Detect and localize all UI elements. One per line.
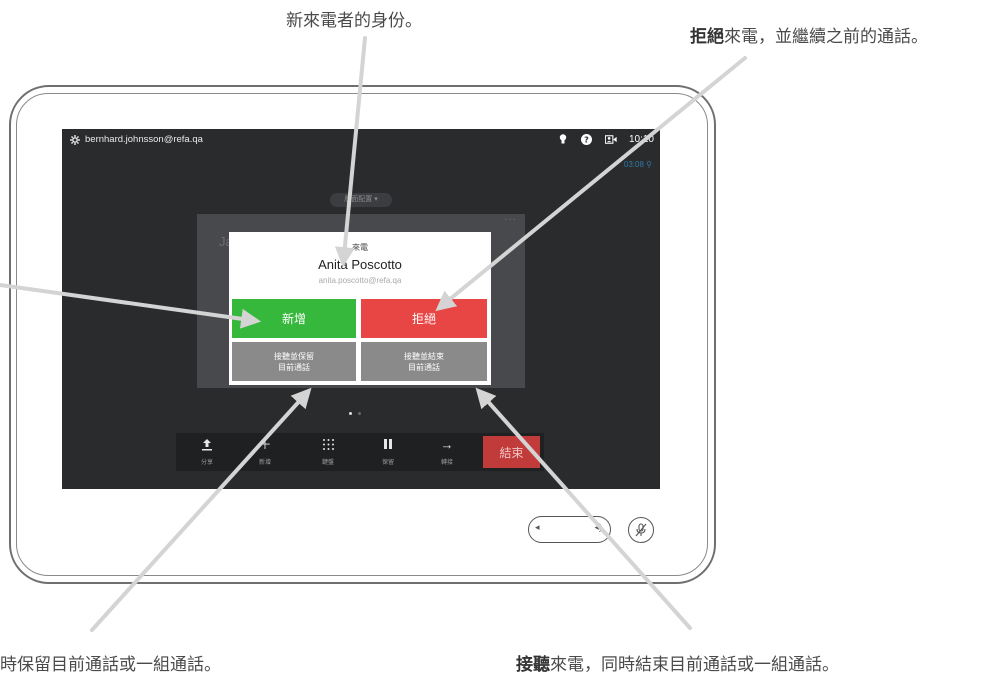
caption-answer-text: 來電，同時結束目前通話或一組通話。 [550, 655, 839, 675]
caption-decline-text: 來電，並繼續之前的通話。 [724, 27, 928, 47]
share-label: 分享 [200, 459, 213, 466]
page-indicator [349, 412, 361, 415]
end-call-button[interactable]: 結束 [483, 436, 540, 468]
share-button[interactable]: 分享 [182, 433, 232, 471]
caption-decline-bold: 拒絕 [690, 27, 724, 47]
accept-button[interactable]: 新增 [232, 299, 356, 338]
gear-icon [70, 134, 80, 145]
selfview-icon[interactable] [604, 133, 617, 145]
plus-icon: ＋ [258, 437, 272, 452]
add-label: 新增 [258, 459, 271, 466]
answer-end-label: 接聽並結束 目前通話 [404, 351, 444, 372]
hold-label: 保留 [381, 459, 394, 466]
caption-hold: 時保留目前通話或一組通話。 [0, 655, 221, 675]
lightbulb-icon[interactable] [557, 133, 569, 145]
caption-caller-identity: 新來電者的身份。 [286, 11, 422, 31]
status-bar: bernhard.johnsson@refa.qa ? 10:10 03:08 … [62, 129, 660, 169]
layout-button[interactable]: 版面配置 ▾ [330, 193, 392, 207]
answer-and-hold-button[interactable]: 接聽並保留 目前通話 [232, 342, 356, 381]
arrow-right-icon: → [440, 437, 454, 452]
status-icons: ? 10:10 [557, 133, 654, 145]
call-toolbar: 分享 ＋ 新增 鍵盤 保留 → 轉接 結束 [176, 433, 544, 471]
volume-up-icon[interactable]: ◂) [594, 522, 602, 533]
keypad-icon [303, 438, 353, 454]
caller-name: Anita Poscotto [318, 257, 402, 272]
incoming-call-dialog: 來電 Anita Poscotto anita.poscotto@refa.qa… [229, 232, 491, 385]
transfer-label: 轉接 [440, 459, 453, 466]
call-duration: 03:08 ⚲ [623, 160, 652, 169]
answer-hold-label: 接聽並保留 目前通話 [274, 351, 314, 372]
transfer-button[interactable]: → 轉接 [422, 433, 472, 471]
pause-icon [363, 438, 413, 453]
caption-answer-bold: 接聽 [516, 655, 550, 675]
caption-answer-end: 接聽來電，同時結束目前通話或一組通話。 [516, 650, 839, 675]
end-call-label: 結束 [499, 445, 524, 460]
page-dot [358, 412, 361, 415]
touch-screen: bernhard.johnsson@refa.qa ? 10:10 03:08 … [62, 129, 660, 489]
accept-label: 新增 [281, 312, 306, 326]
keypad-button[interactable]: 鍵盤 [303, 433, 353, 471]
layout-label: 版面配置 [344, 196, 373, 203]
decline-label: 拒絕 [411, 312, 436, 326]
caller-email: anita.poscotto@refa.qa [318, 276, 402, 285]
user-email: bernhard.johnsson@refa.qa [85, 134, 203, 145]
user-menu[interactable]: bernhard.johnsson@refa.qa [70, 134, 203, 145]
answer-and-end-button[interactable]: 接聽並結束 目前通話 [361, 342, 487, 381]
microphone-muted-icon [635, 523, 647, 537]
incoming-call-title: 來電 [352, 243, 368, 252]
caption-decline: 拒絕來電，並繼續之前的通話。 [690, 22, 928, 47]
clock: 10:10 [628, 133, 654, 145]
svg-text:?: ? [585, 135, 590, 144]
volume-rocker[interactable]: ◂ ◂) [528, 516, 611, 543]
more-icon[interactable]: ··· [504, 214, 517, 225]
add-button[interactable]: ＋ 新增 [240, 433, 290, 471]
upload-icon [182, 438, 232, 454]
decline-button[interactable]: 拒絕 [361, 299, 487, 338]
hold-button[interactable]: 保留 [363, 433, 413, 471]
help-icon[interactable]: ? [581, 133, 593, 145]
call-timer: 03:08 [623, 160, 644, 169]
mute-button[interactable] [628, 517, 654, 543]
page-dot [349, 412, 352, 415]
volume-down-icon[interactable]: ◂ [535, 522, 540, 533]
keypad-label: 鍵盤 [321, 459, 334, 466]
